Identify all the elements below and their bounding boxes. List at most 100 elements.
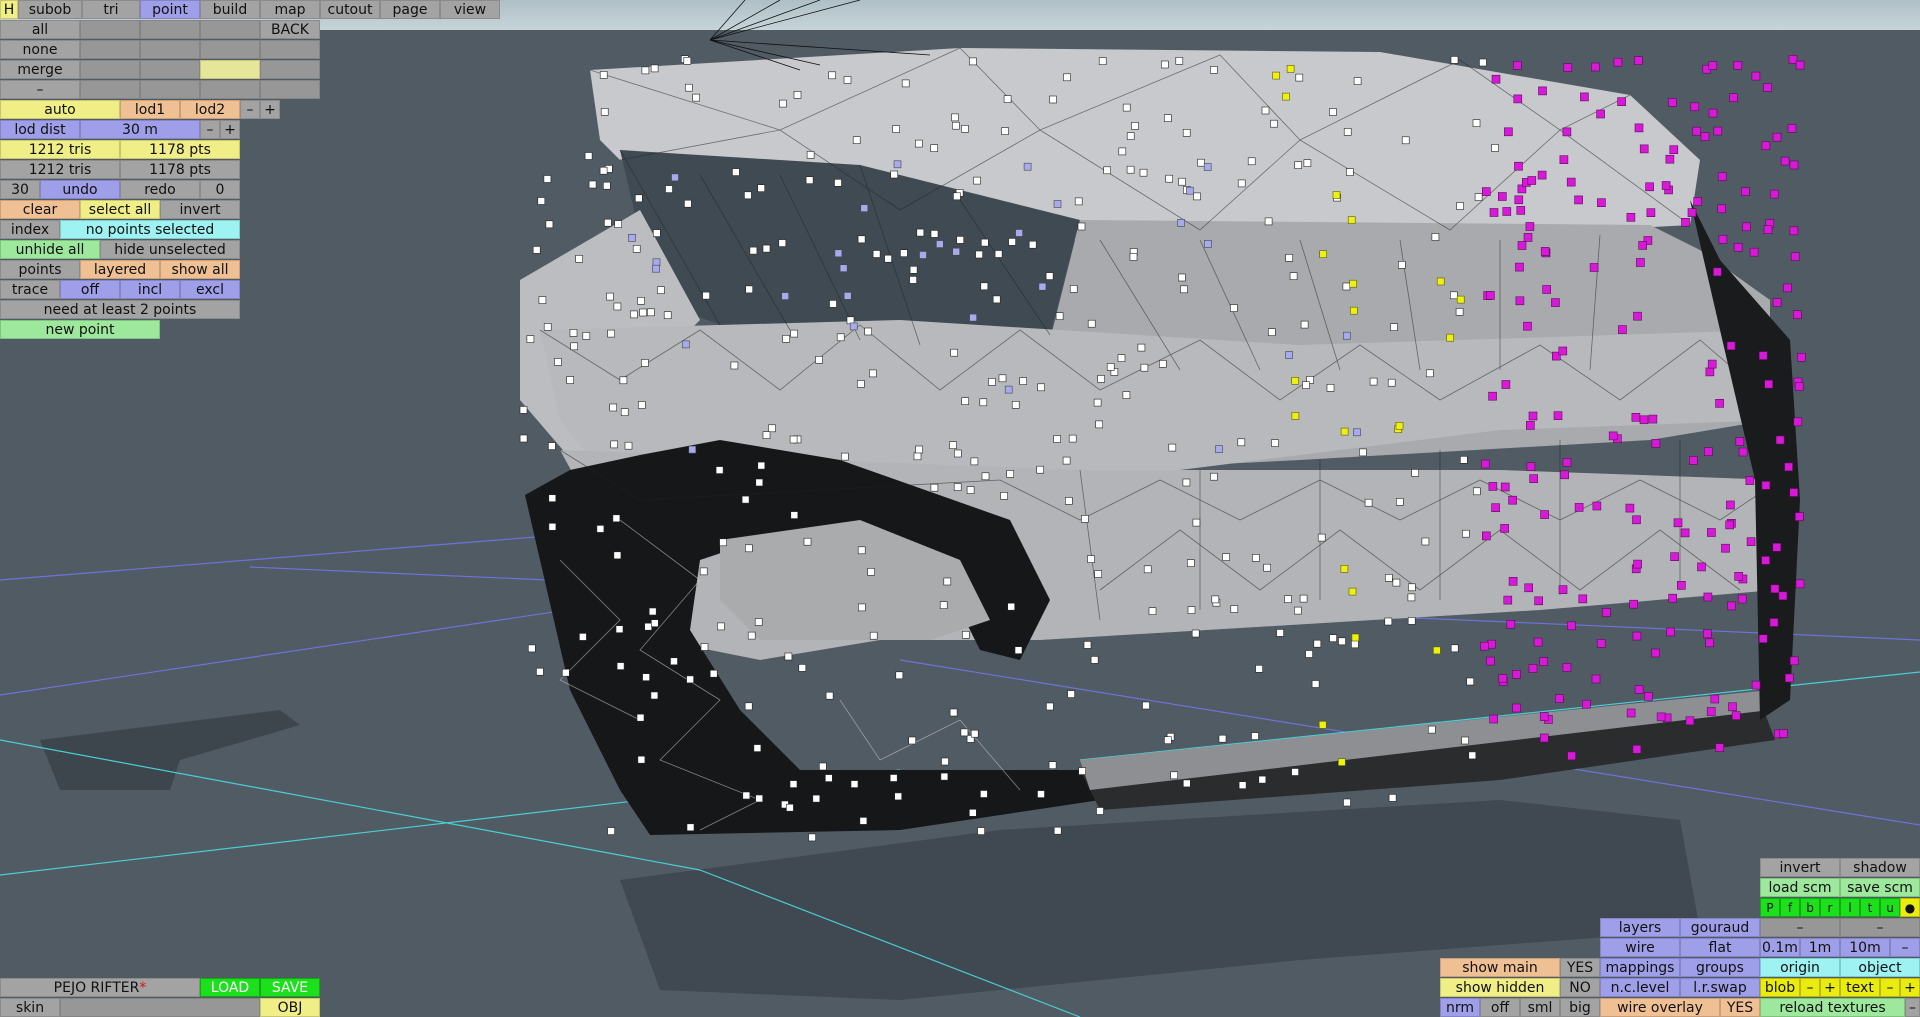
- white-vertex[interactable]: [1053, 435, 1061, 443]
- magenta-vertex[interactable]: [1727, 601, 1736, 611]
- magenta-vertex[interactable]: [1789, 226, 1799, 236]
- white-vertex[interactable]: [613, 551, 622, 560]
- view-letter-1[interactable]: f: [1780, 898, 1800, 917]
- magenta-vertex[interactable]: [1639, 144, 1649, 154]
- magenta-vertex[interactable]: [1559, 155, 1569, 164]
- magenta-vertex[interactable]: [1644, 692, 1653, 701]
- tab-subob[interactable]: subob: [18, 0, 82, 19]
- white-vertex[interactable]: [1175, 56, 1184, 65]
- magenta-vertex[interactable]: [1574, 503, 1584, 512]
- magenta-vertex[interactable]: [1634, 56, 1643, 65]
- white-vertex[interactable]: [545, 220, 554, 229]
- white-vertex[interactable]: [1237, 438, 1246, 447]
- white-vertex[interactable]: [979, 398, 988, 407]
- white-vertex[interactable]: [1346, 168, 1354, 176]
- lav-vertex[interactable]: [834, 249, 843, 258]
- magenta-vertex[interactable]: [1578, 594, 1588, 604]
- white-vertex[interactable]: [1062, 456, 1071, 465]
- magenta-vertex[interactable]: [1491, 503, 1500, 513]
- white-vertex[interactable]: [1268, 328, 1276, 337]
- h-button[interactable]: H: [0, 0, 18, 19]
- view-letter-2[interactable]: b: [1800, 898, 1820, 917]
- white-vertex[interactable]: [1261, 106, 1270, 115]
- white-vertex[interactable]: [1046, 702, 1054, 711]
- white-vertex[interactable]: [812, 794, 821, 803]
- white-vertex[interactable]: [1106, 363, 1115, 371]
- magenta-vertex[interactable]: [1526, 421, 1535, 430]
- white-vertex[interactable]: [1255, 664, 1263, 673]
- magenta-vertex[interactable]: [1482, 531, 1491, 541]
- magenta-vertex[interactable]: [1763, 225, 1773, 234]
- grid-minus-button[interactable]: –: [1890, 938, 1920, 957]
- magenta-vertex[interactable]: [1580, 92, 1589, 102]
- white-vertex[interactable]: [1168, 443, 1177, 452]
- mappings-button[interactable]: mappings: [1600, 958, 1680, 977]
- white-vertex[interactable]: [648, 607, 657, 616]
- white-vertex[interactable]: [1342, 282, 1351, 291]
- white-vertex[interactable]: [1182, 129, 1191, 137]
- magenta-vertex[interactable]: [1758, 351, 1768, 360]
- tab-cutout[interactable]: cutout: [320, 0, 380, 19]
- magenta-vertex[interactable]: [1558, 585, 1568, 595]
- magenta-vertex[interactable]: [1787, 124, 1797, 133]
- lav-vertex[interactable]: [652, 264, 660, 273]
- white-vertex[interactable]: [992, 295, 1001, 304]
- hide-unselected-button[interactable]: hide unselected: [100, 240, 240, 259]
- white-vertex[interactable]: [1014, 646, 1023, 655]
- magenta-vertex[interactable]: [1770, 189, 1779, 199]
- white-vertex[interactable]: [747, 631, 756, 640]
- white-vertex[interactable]: [630, 310, 638, 319]
- white-vertex[interactable]: [607, 827, 615, 835]
- yellow-vertex[interactable]: [1338, 758, 1346, 766]
- white-vertex[interactable]: [980, 238, 989, 247]
- white-vertex[interactable]: [1426, 369, 1434, 378]
- white-vertex[interactable]: [977, 827, 985, 835]
- lav-vertex[interactable]: [860, 204, 869, 212]
- magenta-vertex[interactable]: [1515, 262, 1524, 272]
- magenta-vertex[interactable]: [1486, 656, 1495, 666]
- white-vertex[interactable]: [536, 667, 544, 676]
- white-vertex[interactable]: [914, 139, 923, 148]
- white-vertex[interactable]: [1036, 465, 1044, 474]
- slot-3-4[interactable]: [260, 60, 320, 79]
- nc-level-button[interactable]: n.c.level: [1600, 978, 1680, 997]
- white-vertex[interactable]: [1311, 680, 1320, 688]
- magenta-vertex[interactable]: [1582, 699, 1591, 709]
- magenta-vertex[interactable]: [1761, 556, 1770, 565]
- magenta-vertex[interactable]: [1553, 411, 1563, 421]
- white-vertex[interactable]: [789, 780, 798, 788]
- yellow-vertex[interactable]: [1286, 65, 1295, 73]
- magenta-vertex[interactable]: [1785, 673, 1794, 683]
- white-vertex[interactable]: [786, 803, 794, 812]
- magenta-vertex[interactable]: [1728, 702, 1737, 712]
- reload-minus-button[interactable]: –: [1905, 998, 1920, 1017]
- magenta-vertex[interactable]: [1717, 204, 1726, 214]
- magenta-vertex[interactable]: [1700, 132, 1710, 141]
- white-vertex[interactable]: [755, 794, 764, 803]
- magenta-vertex[interactable]: [1737, 594, 1747, 604]
- white-vertex[interactable]: [1456, 202, 1464, 210]
- white-vertex[interactable]: [872, 250, 881, 258]
- yellow-vertex[interactable]: [1456, 295, 1465, 304]
- slot-4-4[interactable]: [260, 80, 320, 99]
- magenta-vertex[interactable]: [1513, 60, 1522, 70]
- lav-vertex[interactable]: [1215, 445, 1223, 454]
- white-vertex[interactable]: [1326, 383, 1335, 392]
- white-vertex[interactable]: [1284, 595, 1292, 603]
- slot-1-3[interactable]: [200, 20, 260, 39]
- white-vertex[interactable]: [1353, 77, 1362, 85]
- white-vertex[interactable]: [913, 452, 922, 461]
- white-vertex[interactable]: [1068, 434, 1077, 443]
- white-vertex[interactable]: [548, 522, 557, 531]
- white-vertex[interactable]: [1428, 725, 1436, 734]
- magenta-vertex[interactable]: [1704, 447, 1713, 456]
- white-vertex[interactable]: [1103, 166, 1111, 175]
- white-vertex[interactable]: [614, 220, 623, 228]
- obj-button[interactable]: OBJ: [260, 998, 320, 1017]
- yellow-vertex[interactable]: [1350, 306, 1358, 315]
- white-vertex[interactable]: [1472, 119, 1481, 127]
- white-vertex[interactable]: [930, 230, 939, 238]
- yellow-vertex[interactable]: [1436, 277, 1445, 286]
- undo-button[interactable]: undo: [40, 180, 120, 199]
- magenta-vertex[interactable]: [1772, 132, 1782, 142]
